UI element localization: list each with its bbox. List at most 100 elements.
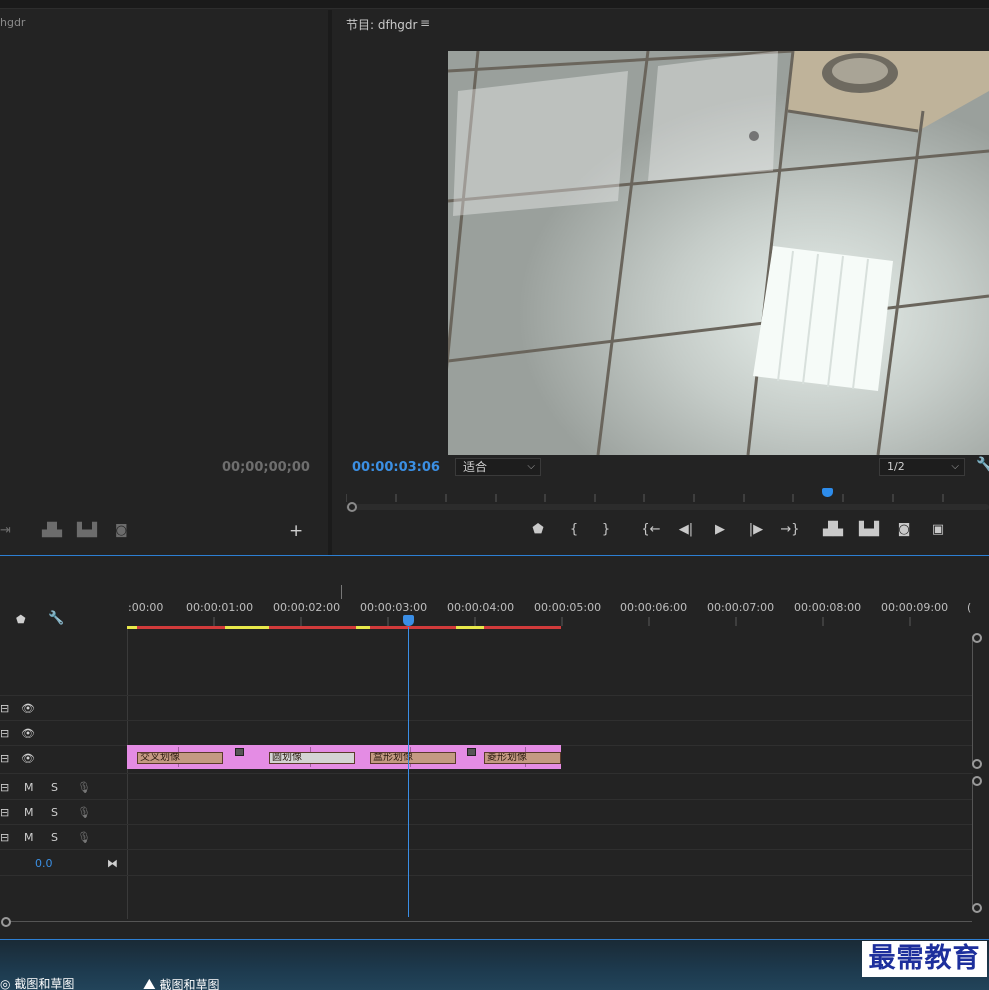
lift-icon[interactable]: ▟▙ bbox=[42, 523, 62, 538]
lift-icon[interactable]: ▟▙ bbox=[823, 522, 843, 537]
video-preview bbox=[448, 51, 989, 455]
sync-lock-icon[interactable]: ⊟ bbox=[0, 752, 9, 765]
sync-lock-icon[interactable]: ⊟ bbox=[0, 702, 9, 715]
extract-icon[interactable]: ▙▟ bbox=[77, 523, 97, 538]
ruler-label: :00:00 bbox=[128, 601, 164, 614]
resolution-dropdown-value: 1/2 bbox=[887, 460, 905, 473]
scroll-handle[interactable] bbox=[972, 759, 982, 769]
timeline-hscrollbar[interactable] bbox=[8, 921, 972, 922]
play-icon[interactable]: ▶ bbox=[710, 522, 730, 537]
eye-icon[interactable]: 👁 bbox=[21, 752, 35, 765]
compare-icon[interactable]: ▣ bbox=[928, 522, 948, 537]
scroll-handle[interactable] bbox=[972, 776, 982, 786]
taskbar-item-label: 截图和草图 bbox=[14, 977, 75, 990]
render-bar-red bbox=[269, 626, 356, 629]
mute-button[interactable]: M bbox=[24, 781, 34, 794]
audio-tracks-scrollbar[interactable] bbox=[972, 782, 980, 907]
program-monitor-panel: 节目: dfhgdr ≡ 00:00:03:06 适合 ⌵ 1/2 ⌵ 🔧 ⬟ … bbox=[332, 10, 989, 555]
sync-lock-icon[interactable]: ⊟ bbox=[0, 781, 9, 794]
timeline-ruler[interactable] bbox=[127, 585, 973, 601]
scroll-handle[interactable] bbox=[972, 633, 982, 643]
audio-track-header-a3[interactable]: ⊟ M S 🎙 bbox=[0, 826, 127, 850]
fit-dropdown-value: 适合 bbox=[463, 460, 488, 474]
program-timecode[interactable]: 00:00:03:06 bbox=[352, 460, 440, 475]
eye-icon[interactable]: 👁 bbox=[21, 702, 35, 715]
track-separator bbox=[0, 824, 973, 825]
track-separator bbox=[0, 773, 973, 774]
master-track-header[interactable]: 0.0 ⧓ bbox=[0, 852, 127, 876]
video-track-header-v2[interactable]: ⊟ 👁 bbox=[0, 722, 127, 746]
source-timecode[interactable]: 00;00;00;00 bbox=[222, 460, 310, 475]
mute-button[interactable]: M bbox=[24, 831, 34, 844]
panel-focus-line bbox=[0, 555, 989, 556]
step-forward-icon[interactable]: |▶ bbox=[746, 522, 766, 537]
eye-icon[interactable]: 👁 bbox=[21, 727, 35, 740]
transition-clip[interactable]: 圆划像 bbox=[269, 752, 355, 764]
fit-dropdown[interactable]: 适合 ⌵ bbox=[455, 458, 541, 476]
sync-lock-icon[interactable]: ⊟ bbox=[0, 806, 9, 819]
scroll-handle[interactable] bbox=[1, 917, 11, 927]
solo-button[interactable]: S bbox=[51, 806, 58, 819]
video-track-header-v1[interactable]: ⊟ 👁 bbox=[0, 747, 127, 771]
track-separator bbox=[0, 849, 973, 850]
solo-button[interactable]: S bbox=[51, 781, 58, 794]
mute-button[interactable]: M bbox=[24, 806, 34, 819]
sync-lock-icon[interactable]: ⊟ bbox=[0, 727, 9, 740]
ruler-label: 00:00:09:00 bbox=[881, 601, 949, 614]
settings-wrench-icon[interactable]: 🔧 bbox=[976, 457, 989, 473]
transition-clip[interactable]: 菱形划像 bbox=[484, 752, 561, 764]
render-bar-yellow bbox=[356, 626, 370, 629]
taskbar-item[interactable]: ◎ 截图和草图 bbox=[0, 975, 74, 990]
source-monitor-title: hgdr bbox=[0, 16, 26, 29]
track-separator bbox=[0, 799, 973, 800]
snip-sketch-icon: ◎ bbox=[0, 977, 11, 990]
ruler-label: 00:00:06:00 bbox=[620, 601, 688, 614]
fx-badge bbox=[467, 748, 476, 756]
top-strip bbox=[0, 0, 989, 9]
camera-icon[interactable]: ◙ bbox=[115, 523, 128, 538]
audio-track-header-a2[interactable]: ⊟ M S 🎙 bbox=[0, 801, 127, 825]
video-track-header-v3[interactable]: ⊟ 👁 bbox=[0, 697, 127, 721]
microphone-icon[interactable]: 🎙 bbox=[77, 806, 91, 819]
solo-button[interactable]: S bbox=[51, 831, 58, 844]
insert-icon[interactable]: ⇥ bbox=[0, 523, 11, 538]
add-marker-icon[interactable]: ⬟ bbox=[528, 522, 548, 537]
add-button[interactable]: + bbox=[289, 521, 303, 541]
program-zoom-handle[interactable] bbox=[347, 502, 357, 512]
timeline-settings-icon[interactable]: 🔧 bbox=[48, 611, 64, 626]
go-to-out-icon[interactable]: →} bbox=[780, 522, 800, 537]
ruler-ticks bbox=[213, 617, 911, 626]
transition-clip[interactable]: 盒形划像 bbox=[370, 752, 456, 764]
program-zoom-scrollbar[interactable] bbox=[346, 504, 989, 510]
microphone-icon[interactable]: 🎙 bbox=[77, 831, 91, 844]
master-volume-value[interactable]: 0.0 bbox=[35, 857, 53, 870]
timeline-panel: ⬟ 🔧 :00:00 00:00:01:00 00:00:02:00 00:00… bbox=[0, 557, 989, 939]
microphone-icon[interactable]: 🎙 bbox=[77, 781, 91, 794]
mark-out-icon[interactable]: } bbox=[596, 522, 616, 537]
timeline-playhead-handle[interactable] bbox=[403, 615, 414, 626]
add-marker-icon[interactable]: ⬟ bbox=[16, 613, 26, 626]
timeline-playhead[interactable] bbox=[408, 627, 409, 917]
program-time-ruler[interactable] bbox=[346, 488, 989, 502]
panel-menu-icon[interactable]: ≡ bbox=[420, 16, 430, 30]
mark-in-icon[interactable]: { bbox=[564, 522, 584, 537]
step-back-icon[interactable]: ◀| bbox=[676, 522, 696, 537]
ruler-label: ( bbox=[967, 601, 972, 614]
go-to-in-icon[interactable]: {← bbox=[641, 522, 661, 537]
program-playhead[interactable] bbox=[822, 488, 833, 497]
watermark-logo: 最需教育 bbox=[862, 941, 987, 977]
transition-clip[interactable]: 交叉划像 bbox=[137, 752, 223, 764]
export-frame-icon[interactable]: ◙ bbox=[894, 522, 914, 537]
taskbar-item-label: 截图和草图 bbox=[159, 978, 220, 990]
taskbar-item[interactable]: ⛰ 截图和草图 bbox=[143, 975, 219, 990]
extract-icon[interactable]: ▙▟ bbox=[859, 522, 879, 537]
go-to-edit-icon[interactable]: ⧓ bbox=[107, 857, 118, 870]
program-monitor-title[interactable]: 节目: dfhgdr bbox=[346, 16, 417, 33]
fx-badge bbox=[235, 748, 244, 756]
track-separator bbox=[0, 720, 973, 721]
audio-track-header-a1[interactable]: ⊟ M S 🎙 bbox=[0, 776, 127, 800]
video-tracks-scrollbar[interactable] bbox=[972, 639, 980, 764]
scroll-handle[interactable] bbox=[972, 903, 982, 913]
resolution-dropdown[interactable]: 1/2 ⌵ bbox=[879, 458, 965, 476]
sync-lock-icon[interactable]: ⊟ bbox=[0, 831, 9, 844]
